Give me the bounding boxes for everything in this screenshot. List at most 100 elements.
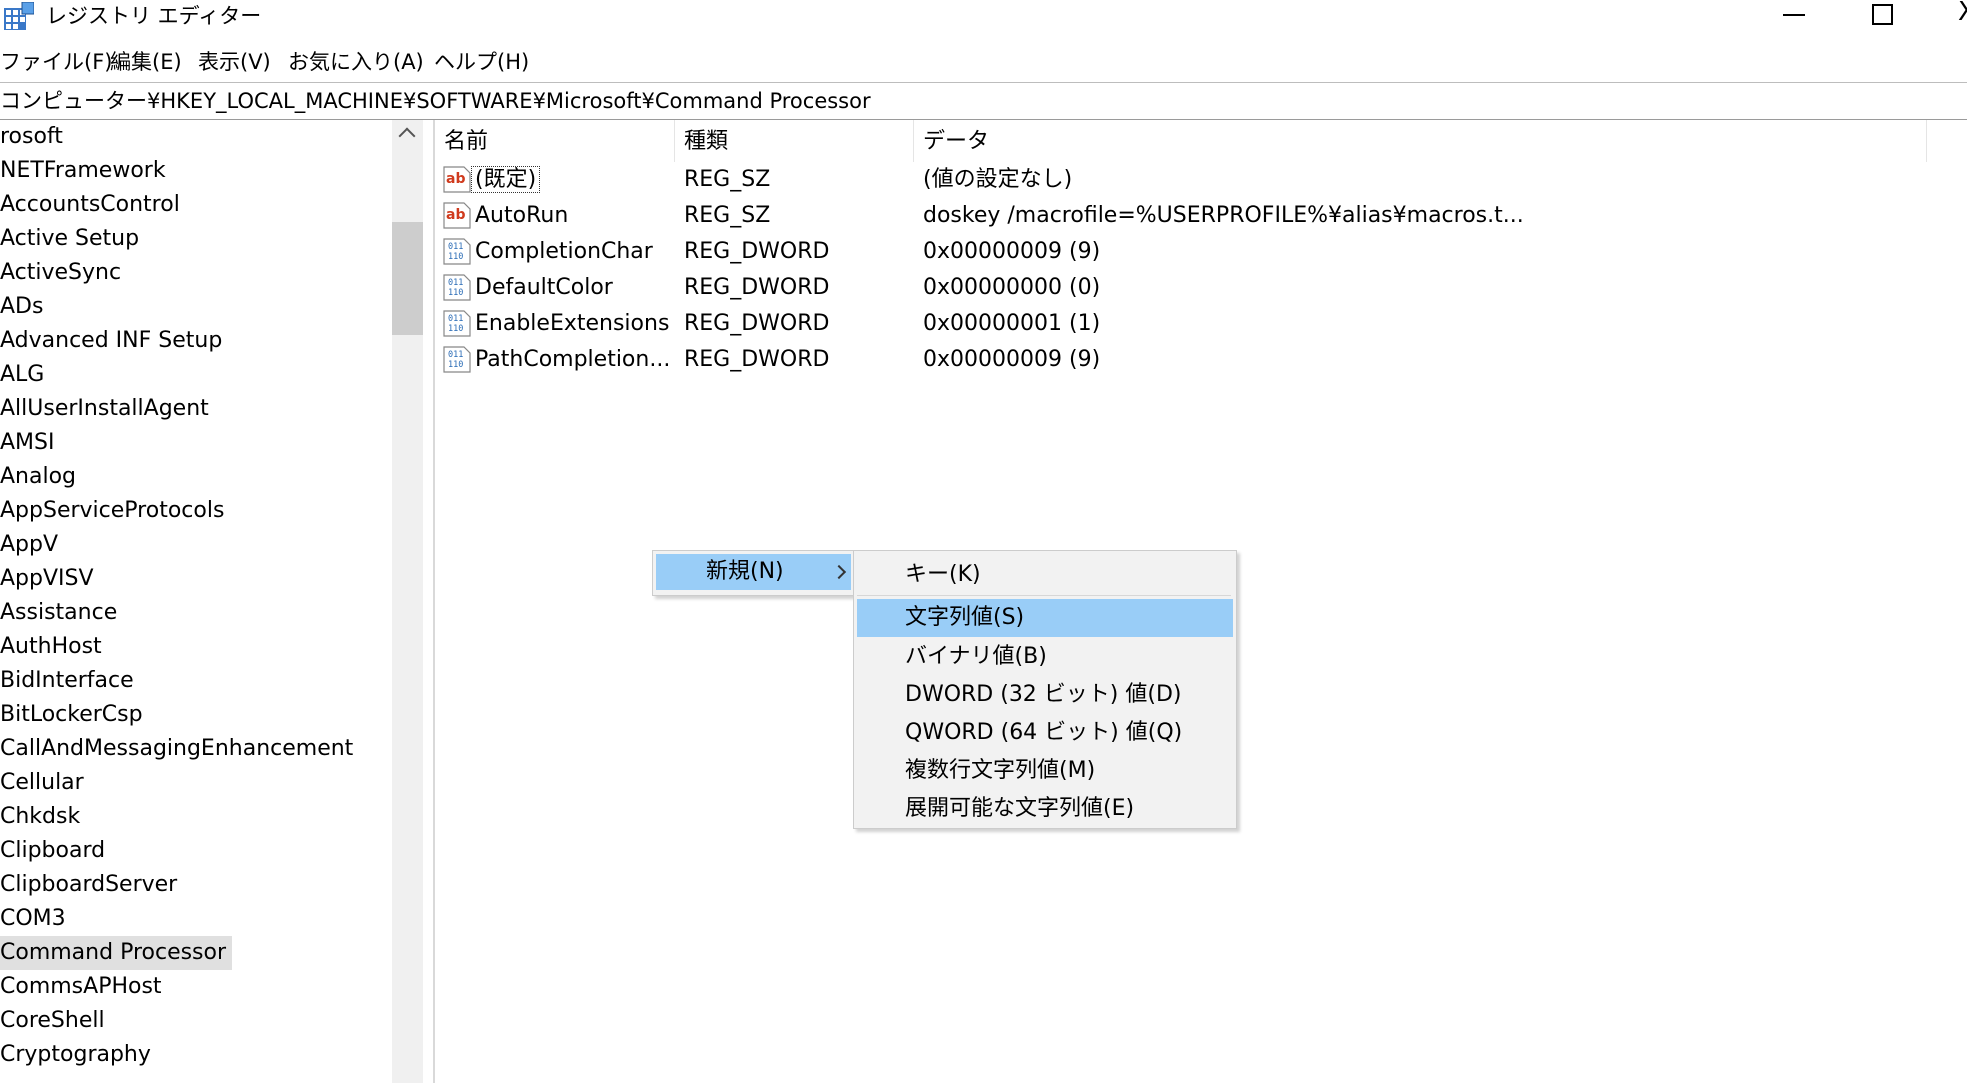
svg-text:011: 011	[448, 242, 463, 252]
tree-item[interactable]: Active Setup	[0, 222, 145, 256]
submenu-expandable-string-value[interactable]: 展開可能な文字列値(E)	[857, 790, 1233, 828]
submenu-qword-value[interactable]: QWORD (64 ビット) 値(Q)	[857, 714, 1233, 752]
tree-item[interactable]: CoreShell	[0, 1004, 111, 1038]
title-bar: レジストリ エディター X	[0, 0, 1967, 40]
tree-item[interactable]: Advanced INF Setup	[0, 324, 228, 358]
value-name[interactable]: CompletionChar	[475, 234, 653, 270]
value-type: REG_SZ	[684, 167, 771, 192]
value-type: REG_SZ	[684, 203, 771, 228]
submenu-dword-value[interactable]: DWORD (32 ビット) 値(D)	[857, 676, 1233, 714]
tree-item[interactable]: Assistance	[0, 596, 123, 630]
close-icon: X	[1958, 0, 1967, 27]
tree-item[interactable]: BitLockerCsp	[0, 698, 149, 732]
svg-text:ab: ab	[446, 207, 465, 223]
menu-file[interactable]: ファイル(F)	[0, 44, 112, 80]
context-menu-new[interactable]: 新規(N)	[656, 554, 851, 590]
regedit-app-icon	[4, 2, 34, 30]
submenu-multi-string-value[interactable]: 複数行文字列値(M)	[857, 752, 1233, 790]
tree-item[interactable]: AppVISV	[0, 562, 100, 596]
menu-edit[interactable]: 編集(E)	[110, 44, 182, 80]
minimize-icon	[1783, 14, 1805, 16]
table-row[interactable]: 011 110 EnableExtensions REG_DWORD 0x000…	[435, 306, 1935, 342]
svg-text:011: 011	[448, 350, 463, 360]
tree-item[interactable]: Cryptography	[0, 1038, 157, 1072]
submenu-string-value[interactable]: 文字列値(S)	[857, 599, 1233, 637]
value-name[interactable]: PathCompletion...	[475, 342, 670, 378]
table-row[interactable]: ab AutoRun REG_SZ doskey /macrofile=%USE…	[435, 198, 1935, 234]
tree-item[interactable]: AMSI	[0, 426, 60, 460]
value-data: (値の設定なし)	[923, 167, 1073, 192]
address-path[interactable]: コンピューター¥HKEY_LOCAL_MACHINE¥SOFTWARE¥Micr…	[0, 83, 871, 119]
tree-item[interactable]: ADs	[0, 290, 49, 324]
value-data: 0x00000001 (1)	[923, 311, 1101, 336]
string-value-icon: ab	[443, 202, 471, 229]
svg-text:011: 011	[448, 314, 463, 324]
svg-text:110: 110	[448, 324, 463, 334]
tree-scrollbar[interactable]	[392, 120, 423, 1083]
submenu-binary-value[interactable]: バイナリ値(B)	[857, 638, 1233, 676]
tree-item-selected[interactable]: Command Processor	[0, 936, 233, 970]
new-submenu: キー(K) 文字列値(S) バイナリ値(B) DWORD (32 ビット) 値(…	[853, 550, 1237, 829]
tree-item[interactable]: Clipboard	[0, 834, 111, 868]
key-tree: rosoft NETFramework AccountsControl Acti…	[0, 120, 392, 1083]
value-type: REG_DWORD	[684, 275, 830, 300]
dword-value-icon: 011 110	[443, 346, 471, 373]
tree-item[interactable]: ALG	[0, 358, 50, 392]
tree-item[interactable]: Chkdsk	[0, 800, 86, 834]
close-button[interactable]: X	[1940, 0, 1967, 34]
value-data: 0x00000009 (9)	[923, 239, 1101, 264]
value-data: 0x00000009 (9)	[923, 347, 1101, 372]
submenu-key[interactable]: キー(K)	[857, 558, 1233, 592]
tree-item[interactable]: AuthHost	[0, 630, 108, 664]
tree-item[interactable]: AppServiceProtocols	[0, 494, 230, 528]
tree-item[interactable]: BidInterface	[0, 664, 140, 698]
tree-item[interactable]: rosoft	[0, 120, 69, 154]
tree-item[interactable]: AppV	[0, 528, 64, 562]
value-name[interactable]: DefaultColor	[475, 270, 613, 306]
pane-splitter[interactable]	[423, 120, 435, 1083]
context-menu-new-label: 新規(N)	[706, 559, 784, 584]
value-name[interactable]: (既定)	[470, 166, 541, 193]
window-title: レジストリ エディター	[46, 4, 262, 28]
table-row[interactable]: ab (既定) REG_SZ (値の設定なし)	[435, 162, 1935, 198]
submenu-separator	[857, 595, 1231, 596]
table-row[interactable]: 011 110 DefaultColor REG_DWORD 0x0000000…	[435, 270, 1935, 306]
tree-item[interactable]: Cellular	[0, 766, 90, 800]
value-data: doskey /macrofile=%USERPROFILE%¥alias¥ma…	[923, 203, 1524, 228]
string-value-icon: ab	[443, 166, 471, 193]
value-type: REG_DWORD	[684, 311, 830, 336]
context-menu: 新規(N)	[652, 550, 857, 596]
menu-help[interactable]: ヘルプ(H)	[434, 44, 529, 80]
tree-item[interactable]: Analog	[0, 460, 82, 494]
column-name-header[interactable]: 名前	[435, 120, 675, 162]
maximize-button[interactable]	[1852, 0, 1910, 34]
value-data: 0x00000000 (0)	[923, 275, 1101, 300]
address-bar[interactable]: コンピューター¥HKEY_LOCAL_MACHINE¥SOFTWARE¥Micr…	[0, 82, 1967, 120]
table-row[interactable]: 011 110 PathCompletion... REG_DWORD 0x00…	[435, 342, 1935, 378]
chevron-right-icon	[831, 564, 847, 580]
svg-text:011: 011	[448, 278, 463, 288]
value-name[interactable]: EnableExtensions	[475, 306, 669, 342]
tree-item[interactable]: AllUserInstallAgent	[0, 392, 215, 426]
column-data-header[interactable]: データ	[914, 120, 1927, 162]
value-type: REG_DWORD	[684, 239, 830, 264]
tree-item[interactable]: CommsAPHost	[0, 970, 168, 1004]
scroll-up-button[interactable]	[392, 120, 423, 160]
minimize-button[interactable]	[1764, 0, 1822, 34]
tree-item[interactable]: COM3	[0, 902, 72, 936]
column-type-header[interactable]: 種類	[675, 120, 914, 162]
menu-bar: ファイル(F) 編集(E) 表示(V) お気に入り(A) ヘルプ(H)	[0, 44, 1967, 80]
table-row[interactable]: 011 110 CompletionChar REG_DWORD 0x00000…	[435, 234, 1935, 270]
menu-view[interactable]: 表示(V)	[198, 44, 271, 80]
tree-item[interactable]: CallAndMessagingEnhancement	[0, 732, 359, 766]
scroll-thumb[interactable]	[392, 222, 423, 335]
chevron-up-icon	[398, 127, 416, 145]
tree-item[interactable]: NETFramework	[0, 154, 172, 188]
tree-item[interactable]: ClipboardServer	[0, 868, 183, 902]
menu-favorites[interactable]: お気に入り(A)	[288, 44, 424, 80]
value-name[interactable]: AutoRun	[475, 198, 568, 234]
list-header: 名前 種類 データ	[435, 120, 1967, 162]
dword-value-icon: 011 110	[443, 310, 471, 337]
tree-item[interactable]: AccountsControl	[0, 188, 186, 222]
tree-item[interactable]: ActiveSync	[0, 256, 127, 290]
